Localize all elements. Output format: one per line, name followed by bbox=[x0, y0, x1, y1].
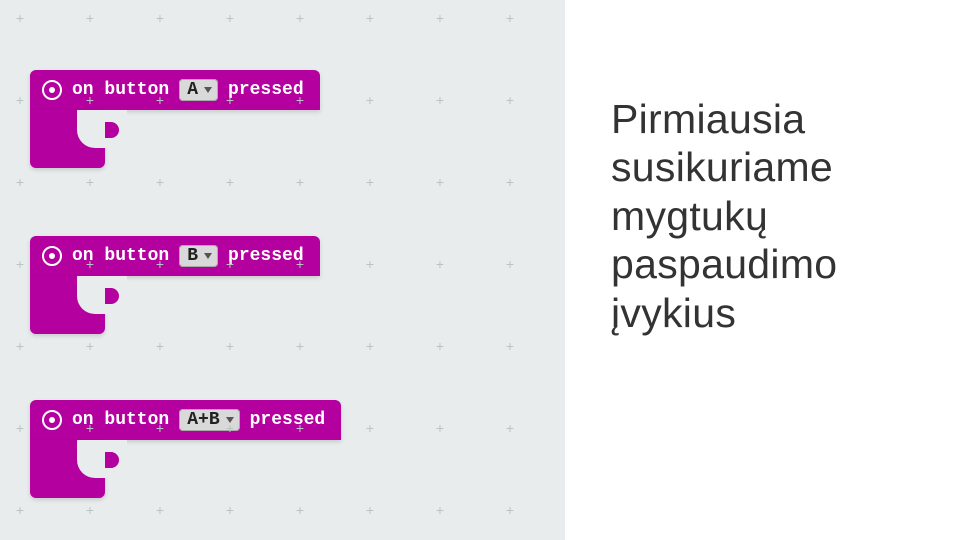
grid-plus: + bbox=[364, 176, 376, 188]
block-body bbox=[30, 110, 105, 168]
grid-plus: + bbox=[14, 258, 26, 270]
grid-plus: + bbox=[14, 94, 26, 106]
block-header: on button A pressed bbox=[30, 70, 320, 110]
grid-plus: + bbox=[294, 258, 306, 270]
grid-plus: + bbox=[224, 258, 236, 270]
grid-plus: + bbox=[14, 504, 26, 516]
grid-plus: + bbox=[504, 176, 516, 188]
chevron-down-icon bbox=[204, 253, 212, 259]
grid-plus: + bbox=[504, 94, 516, 106]
dropdown-value: A+B bbox=[187, 410, 219, 430]
grid-plus: + bbox=[364, 12, 376, 24]
target-icon bbox=[42, 246, 62, 266]
target-icon bbox=[42, 410, 62, 430]
grid-plus: + bbox=[84, 258, 96, 270]
event-block-button-ab[interactable]: on button A+B pressed bbox=[30, 400, 341, 498]
text-panel: Pirmiausia susikuriame mygtukų paspaudim… bbox=[565, 0, 960, 540]
event-block-button-b[interactable]: on button B pressed bbox=[30, 236, 320, 334]
grid-plus: + bbox=[84, 12, 96, 24]
grid-plus: + bbox=[84, 176, 96, 188]
grid-plus: + bbox=[14, 176, 26, 188]
grid-plus: + bbox=[294, 504, 306, 516]
grid-plus: + bbox=[434, 258, 446, 270]
slot-bump bbox=[105, 452, 119, 468]
grid-plus: + bbox=[364, 258, 376, 270]
button-dropdown[interactable]: A bbox=[179, 79, 218, 101]
grid-plus: + bbox=[154, 340, 166, 352]
grid-plus: + bbox=[294, 340, 306, 352]
grid-plus: + bbox=[84, 504, 96, 516]
grid-plus: + bbox=[294, 12, 306, 24]
grid-plus: + bbox=[294, 176, 306, 188]
grid-plus: + bbox=[504, 340, 516, 352]
grid-plus: + bbox=[224, 12, 236, 24]
blocks-workspace: on button A pressed on button B pres bbox=[0, 0, 565, 540]
grid-plus: + bbox=[434, 340, 446, 352]
grid-plus: + bbox=[504, 422, 516, 434]
grid-plus: + bbox=[364, 94, 376, 106]
grid-plus: + bbox=[434, 504, 446, 516]
dropdown-value: A bbox=[187, 80, 198, 100]
block-suffix: pressed bbox=[228, 80, 304, 100]
grid-plus: + bbox=[224, 176, 236, 188]
grid-plus: + bbox=[14, 12, 26, 24]
dropdown-value: B bbox=[187, 246, 198, 266]
grid-plus: + bbox=[294, 94, 306, 106]
grid-plus: + bbox=[434, 12, 446, 24]
chevron-down-icon bbox=[204, 87, 212, 93]
block-suffix: pressed bbox=[228, 246, 304, 266]
grid-plus: + bbox=[14, 422, 26, 434]
target-icon bbox=[42, 80, 62, 100]
grid-plus: + bbox=[154, 176, 166, 188]
grid-plus: + bbox=[84, 340, 96, 352]
grid-plus: + bbox=[84, 94, 96, 106]
slide-text: Pirmiausia susikuriame mygtukų paspaudim… bbox=[611, 95, 940, 337]
block-body bbox=[30, 440, 105, 498]
grid-plus: + bbox=[154, 504, 166, 516]
slide-container: on button A pressed on button B pres bbox=[0, 0, 960, 540]
grid-plus: + bbox=[154, 12, 166, 24]
grid-plus: + bbox=[154, 94, 166, 106]
grid-plus: + bbox=[434, 422, 446, 434]
block-header: on button B pressed bbox=[30, 236, 320, 276]
grid-plus: + bbox=[154, 422, 166, 434]
grid-plus: + bbox=[364, 504, 376, 516]
grid-plus: + bbox=[154, 258, 166, 270]
event-block-button-a[interactable]: on button A pressed bbox=[30, 70, 320, 168]
block-header: on button A+B pressed bbox=[30, 400, 341, 440]
grid-plus: + bbox=[434, 94, 446, 106]
grid-plus: + bbox=[434, 176, 446, 188]
grid-plus: + bbox=[364, 340, 376, 352]
grid-plus: + bbox=[224, 422, 236, 434]
grid-plus: + bbox=[84, 422, 96, 434]
button-dropdown[interactable]: B bbox=[179, 245, 218, 267]
block-suffix: pressed bbox=[250, 410, 326, 430]
block-body bbox=[30, 276, 105, 334]
grid-plus: + bbox=[364, 422, 376, 434]
grid-plus: + bbox=[504, 504, 516, 516]
grid-plus: + bbox=[224, 340, 236, 352]
grid-plus: + bbox=[224, 94, 236, 106]
slot-bump bbox=[105, 122, 119, 138]
grid-plus: + bbox=[294, 422, 306, 434]
grid-plus: + bbox=[504, 12, 516, 24]
slot-bump bbox=[105, 288, 119, 304]
grid-plus: + bbox=[14, 340, 26, 352]
grid-plus: + bbox=[504, 258, 516, 270]
grid-plus: + bbox=[224, 504, 236, 516]
